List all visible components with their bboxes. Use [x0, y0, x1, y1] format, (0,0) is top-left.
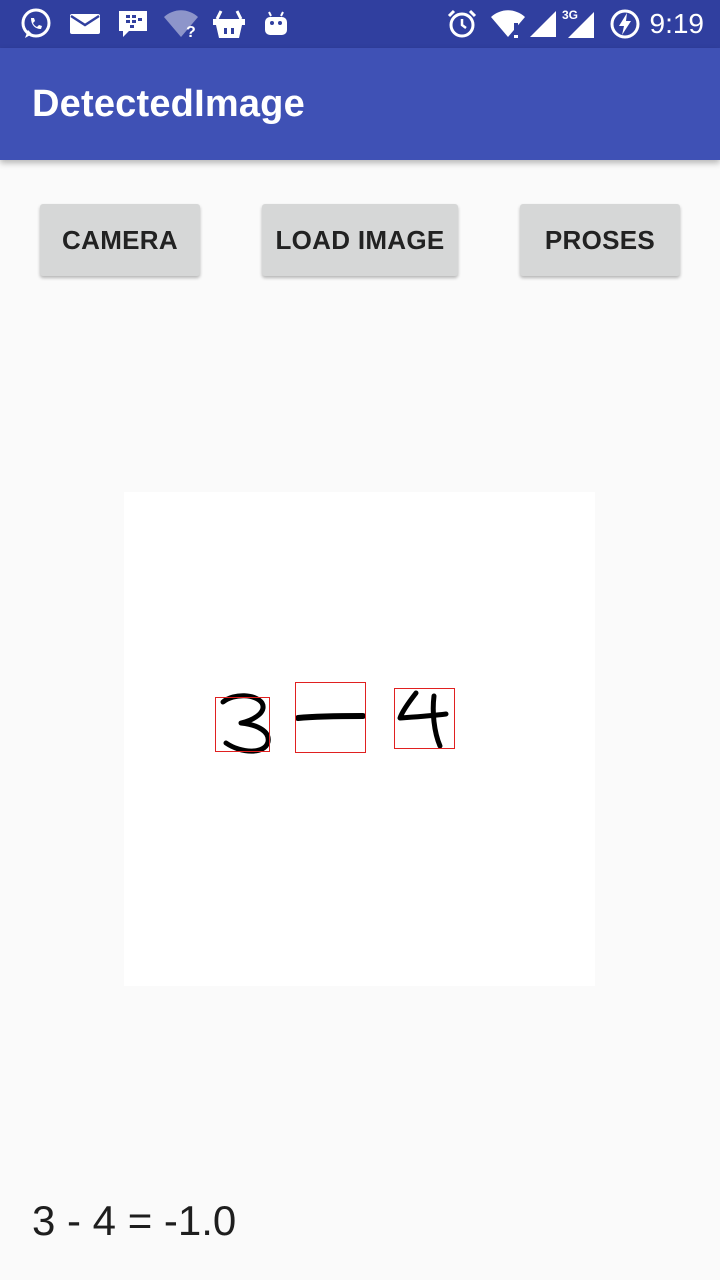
- signal-icon: [528, 6, 558, 42]
- wifi-icon: [490, 6, 526, 42]
- detected-image-view: [124, 492, 595, 986]
- battery-charging-icon: [608, 6, 642, 42]
- app-title: DetectedImage: [32, 83, 305, 125]
- camera-button[interactable]: CAMERA: [40, 204, 200, 276]
- load-image-button[interactable]: LOAD IMAGE: [262, 204, 458, 276]
- result-text: 3 - 4 = -1.0: [32, 1197, 237, 1244]
- bounding-box-digit-4: [394, 688, 455, 749]
- whatsapp-icon: [18, 6, 54, 42]
- signal-3g-icon: 3G: [562, 6, 596, 42]
- status-bar: ? 3G 9:19: [0, 0, 720, 48]
- email-icon: [68, 6, 102, 42]
- wifi-question-icon: ?: [162, 6, 200, 42]
- svg-text:?: ?: [186, 24, 196, 39]
- bbm-icon: [116, 6, 150, 42]
- android-icon: [262, 6, 290, 42]
- network-type-label: 3G: [562, 8, 578, 22]
- bounding-box-minus: [295, 682, 366, 753]
- app-bar: DetectedImage: [0, 48, 720, 160]
- status-time: 9:19: [649, 8, 705, 39]
- proses-button[interactable]: PROSES: [520, 204, 680, 276]
- basket-icon: [210, 6, 248, 42]
- alarm-icon: [446, 6, 478, 42]
- bounding-box-digit-3: [215, 697, 270, 752]
